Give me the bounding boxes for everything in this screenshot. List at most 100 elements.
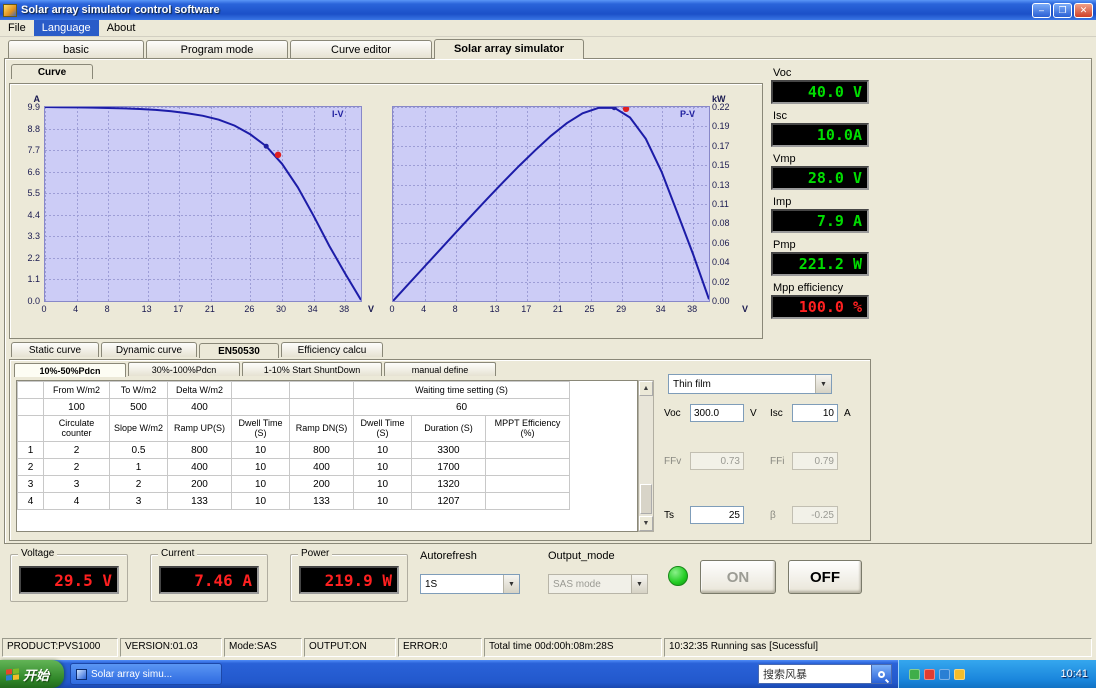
table-scrollbar[interactable]: ▲ ▼ <box>638 380 654 532</box>
menu-language[interactable]: Language <box>33 20 99 36</box>
tab-solar-array-simulator[interactable]: Solar array simulator <box>434 39 584 59</box>
menu-about[interactable]: About <box>99 20 144 36</box>
taskbar-app-button[interactable]: Solar array simu... <box>70 663 222 685</box>
scroll-thumb[interactable] <box>640 484 652 514</box>
row-number: 2 <box>17 458 44 476</box>
grid-cell[interactable] <box>485 441 570 459</box>
grid-cell[interactable]: 10 <box>353 492 412 510</box>
grid-cell[interactable]: 0.5 <box>109 441 168 459</box>
tab-30-100-pdcn[interactable]: 30%-100%Pdcn <box>128 362 240 376</box>
grid-cell[interactable]: 10 <box>231 475 290 493</box>
maximize-button[interactable]: ❐ <box>1053 2 1072 18</box>
alert-icon[interactable] <box>924 668 935 680</box>
ts-input[interactable] <box>690 506 744 524</box>
autorefresh-select[interactable]: 1S ▼ <box>420 574 520 594</box>
taskbar-clock[interactable]: 10:41 <box>1060 668 1088 680</box>
chevron-down-icon[interactable]: ▼ <box>503 575 519 593</box>
app-task-icon <box>76 668 87 680</box>
taskbar-search[interactable]: 搜索风暴 <box>758 664 892 684</box>
vmp-display: 28.0 V <box>771 166 869 190</box>
vmp-label: Vmp <box>773 153 796 165</box>
grid-cell[interactable]: 60 <box>353 398 570 416</box>
voltage-label: Voltage <box>18 548 58 559</box>
mpp-efficiency-readout: Mpp efficiency 100.0 % <box>771 282 871 319</box>
tick-label: 38 <box>687 304 698 314</box>
grid-cell[interactable]: 133 <box>167 492 232 510</box>
current-label: Current <box>158 548 198 559</box>
voc-input[interactable] <box>690 404 744 422</box>
grid-cell[interactable] <box>485 475 570 493</box>
taskbar: 开始 Solar array simu... 搜索风暴 10:41 <box>0 660 1096 688</box>
status-output: OUTPUT:ON <box>304 638 396 657</box>
grid-cell[interactable]: 400 <box>167 398 232 416</box>
search-icon[interactable] <box>871 665 891 683</box>
scroll-up-icon[interactable]: ▲ <box>639 381 653 396</box>
tab-en50530[interactable]: EN50530 <box>199 343 279 358</box>
grid-cell[interactable]: 2 <box>109 475 168 493</box>
grid-cell[interactable] <box>485 492 570 510</box>
start-button[interactable]: 开始 <box>0 660 64 688</box>
column-header: Dwell Time (S) <box>231 415 290 442</box>
grid-cell[interactable]: 1700 <box>411 458 486 476</box>
pv-curve-label: P-V <box>680 109 696 119</box>
grid-cell[interactable]: 200 <box>289 475 354 493</box>
windows-logo-icon <box>6 667 19 681</box>
grid-cell[interactable]: 1207 <box>411 492 486 510</box>
iv-chart: 9.9 8.8 7.7 6.6 5.5 4.4 3.3 2.2 1.1 0.0 0 4 8 13 17 21 2… <box>14 92 380 332</box>
on-button[interactable]: ON <box>700 560 776 594</box>
tab-dynamic-curve[interactable]: Dynamic curve <box>101 342 197 357</box>
isc-input[interactable] <box>792 404 838 422</box>
grid-cell[interactable]: 10 <box>353 441 412 459</box>
off-button[interactable]: OFF <box>788 560 862 594</box>
volume-icon[interactable] <box>939 668 950 680</box>
ffv-label: FFv <box>664 456 682 467</box>
tab-program-mode[interactable]: Program mode <box>146 40 288 58</box>
grid-cell[interactable]: 800 <box>289 441 354 459</box>
tab-start-shuntdown[interactable]: 1-10% Start ShuntDown <box>242 362 382 376</box>
grid-cell[interactable]: 800 <box>167 441 232 459</box>
tick-label: 0.15 <box>712 160 730 171</box>
grid-cell[interactable]: 2 <box>43 441 110 459</box>
update-icon[interactable] <box>954 668 965 680</box>
tab-curve[interactable]: Curve <box>11 64 93 79</box>
grid-cell[interactable]: 10 <box>231 492 290 510</box>
tick-label: 0.06 <box>712 237 730 248</box>
grid-cell[interactable]: 2 <box>43 458 110 476</box>
grid-cell[interactable]: 1320 <box>411 475 486 493</box>
minimize-button[interactable]: – <box>1032 2 1051 18</box>
grid-cell[interactable]: 3300 <box>411 441 486 459</box>
network-icon[interactable] <box>909 668 920 680</box>
grid-cell[interactable]: 400 <box>167 458 232 476</box>
grid-cell[interactable]: 1 <box>109 458 168 476</box>
close-button[interactable]: ✕ <box>1074 2 1093 18</box>
isc-unit: A <box>844 408 851 419</box>
menu-file[interactable]: File <box>0 20 34 36</box>
tab-basic[interactable]: basic <box>8 40 144 58</box>
grid-cell[interactable]: 400 <box>289 458 354 476</box>
grid-cell[interactable]: 133 <box>289 492 354 510</box>
grid-cell[interactable]: 10 <box>353 458 412 476</box>
tab-curve-editor[interactable]: Curve editor <box>290 40 432 58</box>
grid-cell[interactable]: 500 <box>109 398 168 416</box>
grid-cell[interactable]: 3 <box>109 492 168 510</box>
grid-cell[interactable]: 100 <box>43 398 110 416</box>
scroll-down-icon[interactable]: ▼ <box>639 516 653 531</box>
measurement-panel: Voc 40.0 V Isc 10.0A Vmp 28.0 V Imp 7.9 … <box>771 67 879 337</box>
tab-efficiency-calcu[interactable]: Efficiency calcu <box>281 342 383 357</box>
tick-label: 26 <box>244 304 255 314</box>
grid-cell[interactable]: 10 <box>231 441 290 459</box>
tab-10-50-pdcn[interactable]: 10%-50%Pdcn <box>14 363 126 377</box>
chevron-down-icon[interactable]: ▼ <box>815 375 831 393</box>
grid-cell[interactable]: 3 <box>43 475 110 493</box>
grid-cell[interactable] <box>485 458 570 476</box>
tab-static-curve[interactable]: Static curve <box>11 342 99 357</box>
table-row: 2 2 1 400 10 400 10 1700 <box>17 458 570 476</box>
tab-manual-define[interactable]: manual define <box>384 362 496 376</box>
film-type-select[interactable]: Thin film ▼ <box>668 374 832 394</box>
grid-cell[interactable]: 200 <box>167 475 232 493</box>
pv-curve-svg <box>393 107 709 301</box>
corner-cell <box>17 381 44 399</box>
grid-cell[interactable]: 10 <box>353 475 412 493</box>
grid-cell[interactable]: 10 <box>231 458 290 476</box>
grid-cell[interactable]: 4 <box>43 492 110 510</box>
